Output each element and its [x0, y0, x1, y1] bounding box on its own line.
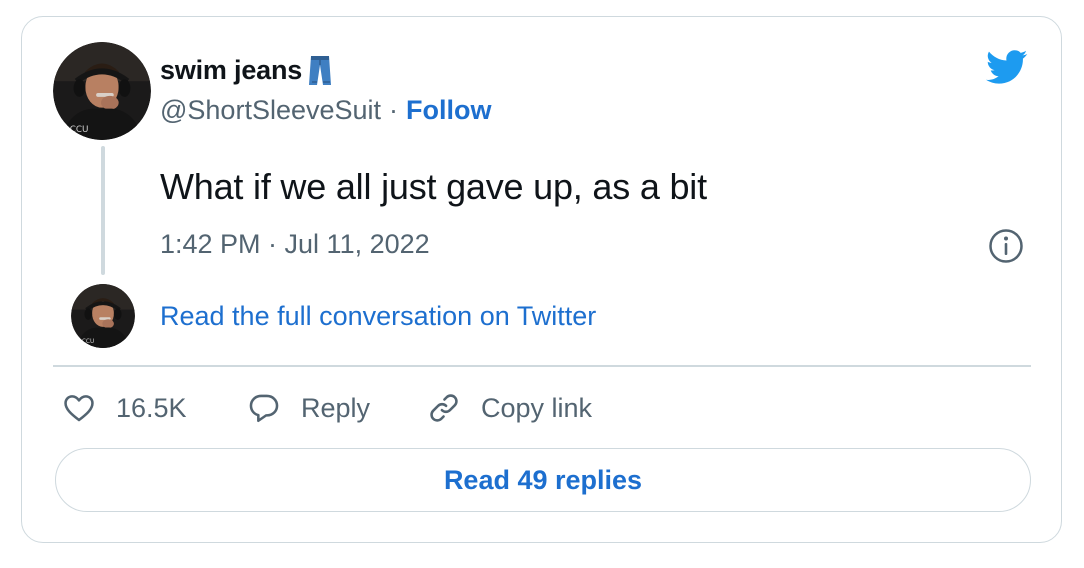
likes-count: 16.5K: [116, 392, 187, 423]
follow-link[interactable]: Follow: [406, 95, 491, 126]
reply-button[interactable]: Reply: [247, 390, 370, 426]
author-name-row[interactable]: swim jeans: [160, 52, 332, 88]
avatar-photo: OCCU: [53, 42, 151, 140]
heart-icon: [64, 395, 94, 422]
author-display-name[interactable]: swim jeans: [160, 55, 302, 86]
read-replies-button[interactable]: Read 49 replies: [55, 448, 1031, 512]
copy-link-button[interactable]: Copy link: [427, 390, 592, 426]
link-icon: [430, 394, 458, 422]
avatar-photo-small: OCCU: [71, 284, 135, 348]
divider: [53, 365, 1031, 367]
info-icon[interactable]: [988, 228, 1024, 264]
reply-icon: [249, 394, 279, 423]
author-handle-row: @ShortSleeveSuit · Follow: [160, 93, 492, 127]
thread-line: [101, 146, 105, 275]
reply-label: Reply: [301, 392, 371, 423]
jeans-icon: [308, 54, 332, 86]
author-handle[interactable]: @ShortSleeveSuit: [160, 95, 381, 126]
twitter-bird-icon[interactable]: [983, 46, 1031, 88]
read-replies-label: Read 49 replies: [443, 464, 643, 495]
like-button[interactable]: 16.5K: [62, 390, 187, 426]
tweet-text: What if we all just gave up, as a bit: [160, 166, 707, 207]
separator-dot: ·: [389, 94, 399, 125]
tweet-timestamp[interactable]: 1:42 PM · Jul 11, 2022: [160, 229, 430, 260]
read-full-conversation-link[interactable]: Read the full conversation on Twitter: [160, 301, 596, 332]
copy-link-label: Copy link: [481, 392, 593, 423]
author-avatar[interactable]: OCCU: [53, 42, 151, 140]
conversation-avatar[interactable]: OCCU: [71, 284, 135, 348]
